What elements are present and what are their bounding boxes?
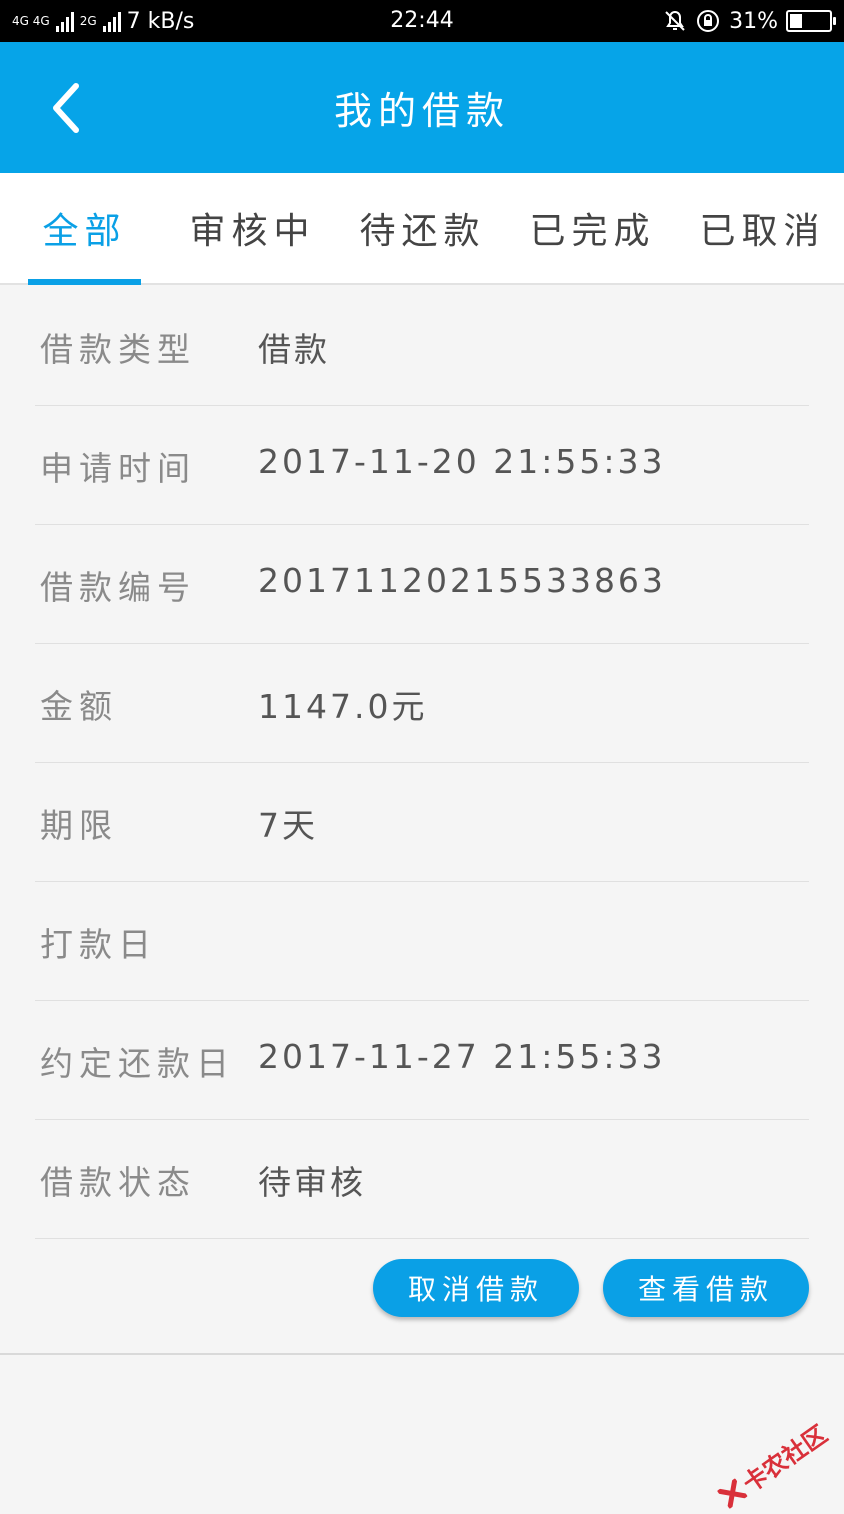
due-date-value: 2017-11-27 21:55:33 <box>258 1037 665 1076</box>
amount-label: 金额 <box>40 680 118 728</box>
tab-all[interactable]: 全部 <box>28 173 141 283</box>
loan-status-value: 待审核 <box>258 1156 366 1204</box>
status-bar: 4G 4G 2G 7 kB/s 22:44 31% <box>0 0 844 42</box>
tab-pending-repayment[interactable]: 待还款 <box>350 173 495 283</box>
row-term: 期限 7天 <box>35 763 809 882</box>
row-loan-status: 借款状态 待审核 <box>35 1120 809 1239</box>
app-bar: 我的借款 <box>0 42 844 173</box>
status-right: 31% <box>663 0 832 42</box>
loan-type-value: 借款 <box>258 323 330 371</box>
cancel-loan-button[interactable]: 取消借款 <box>373 1259 579 1317</box>
amount-value: 1147.0元 <box>258 680 427 728</box>
tab-completed[interactable]: 已完成 <box>520 173 665 283</box>
watermark: 卡农社区 <box>713 1415 833 1514</box>
loan-number-value: 20171120215533863 <box>258 561 666 600</box>
loan-card: 借款类型 借款 申请时间 2017-11-20 21:55:33 借款编号 20… <box>0 287 844 1355</box>
loan-status-label: 借款状态 <box>40 1156 196 1204</box>
row-due-date: 约定还款日 2017-11-27 21:55:33 <box>35 1001 809 1120</box>
row-amount: 金额 1147.0元 <box>35 644 809 763</box>
due-date-label: 约定还款日 <box>40 1037 235 1085</box>
tab-indicator <box>28 279 141 285</box>
tab-cancelled[interactable]: 已取消 <box>690 173 835 283</box>
apply-time-value: 2017-11-20 21:55:33 <box>258 442 665 481</box>
apply-time-label: 申请时间 <box>40 442 196 490</box>
tab-reviewing[interactable]: 审核中 <box>180 173 325 283</box>
tab-bar: 全部 审核中 待还款 已完成 已取消 <box>0 173 844 285</box>
row-loan-type: 借款类型 借款 <box>35 287 809 406</box>
term-value: 7天 <box>258 799 318 847</box>
loan-type-label: 借款类型 <box>40 323 196 371</box>
rotation-lock-icon <box>695 8 721 34</box>
battery-percent: 31% <box>729 9 778 34</box>
page-title: 我的借款 <box>0 80 844 135</box>
watermark-text: 卡农社区 <box>734 1415 833 1499</box>
loan-number-label: 借款编号 <box>40 561 196 609</box>
row-loan-number: 借款编号 20171120215533863 <box>35 525 809 644</box>
battery-icon <box>786 10 832 32</box>
payout-date-label: 打款日 <box>40 918 157 966</box>
term-label: 期限 <box>40 799 118 847</box>
view-loan-button[interactable]: 查看借款 <box>603 1259 809 1317</box>
row-payout-date: 打款日 <box>35 882 809 1001</box>
row-apply-time: 申请时间 2017-11-20 21:55:33 <box>35 406 809 525</box>
bell-off-icon <box>663 9 687 33</box>
